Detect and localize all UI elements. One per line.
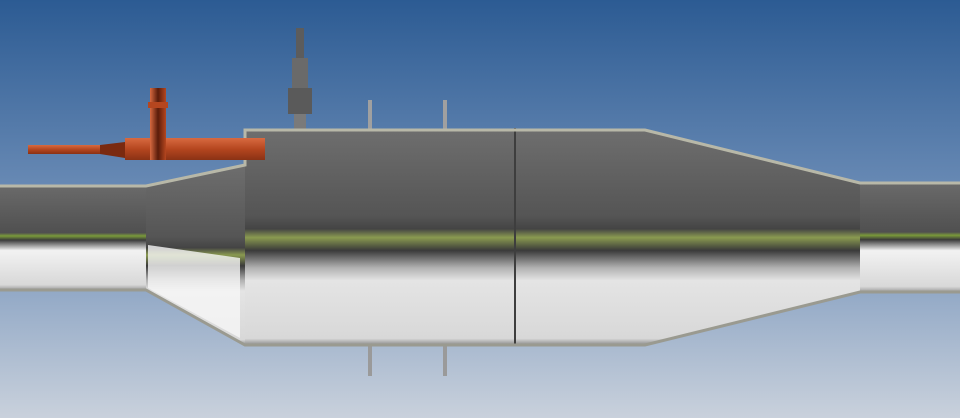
outlet-pipe — [860, 183, 960, 292]
catalyst-body — [245, 130, 645, 345]
mount-rod-top-left — [368, 100, 372, 132]
mount-rod-top-right — [443, 100, 447, 132]
mount-rod-bottom-right — [443, 345, 447, 376]
inlet-pipe — [0, 186, 146, 290]
mount-rod-bottom-left — [368, 345, 372, 376]
pipe-render-viewport — [0, 0, 960, 418]
